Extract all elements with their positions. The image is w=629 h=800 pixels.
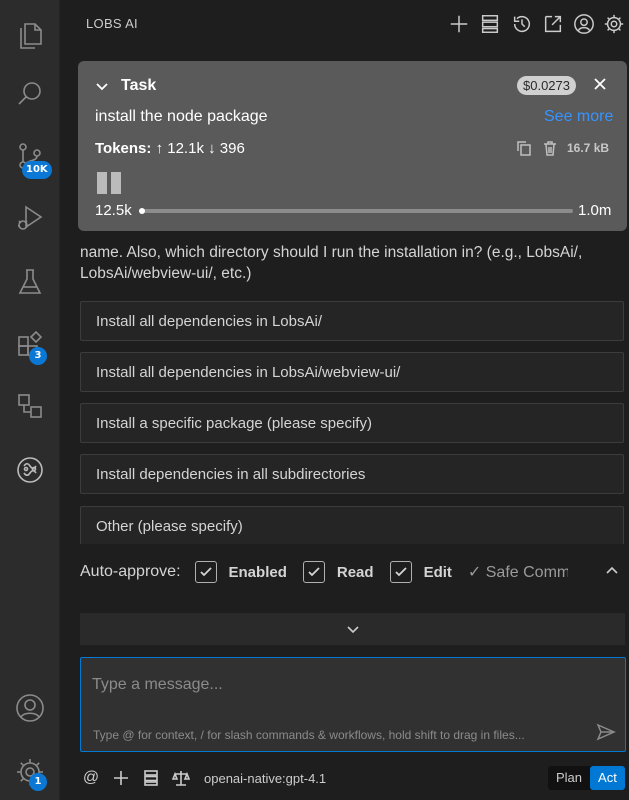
safe-commands-label: ✓ Safe Comman bbox=[467, 564, 568, 581]
context-max: 1.0m bbox=[578, 202, 612, 219]
run-debug-button[interactable] bbox=[10, 198, 50, 238]
copy-icon[interactable] bbox=[515, 139, 533, 157]
cost-badge: $0.0273 bbox=[517, 76, 576, 95]
chevron-down-icon[interactable] bbox=[94, 78, 110, 94]
plus-icon bbox=[450, 15, 468, 33]
tokens-down: 396 bbox=[219, 140, 245, 157]
settings-button[interactable] bbox=[602, 12, 626, 36]
option-button[interactable]: Install all dependencies in LobsAi/ bbox=[80, 301, 624, 341]
scale-icon bbox=[172, 771, 190, 786]
bottom-toolbar: @ openai-native:gpt-4.1 Plan Act bbox=[80, 764, 626, 792]
manage-badge: 1 bbox=[29, 773, 47, 791]
external-link-icon bbox=[544, 15, 562, 33]
close-icon[interactable] bbox=[591, 75, 609, 93]
explorer-button[interactable] bbox=[10, 14, 50, 54]
debug-icon bbox=[18, 205, 43, 230]
history-button[interactable] bbox=[510, 12, 534, 36]
option-button[interactable]: Install all dependencies in LobsAi/webvi… bbox=[80, 352, 624, 392]
mention-button[interactable]: @ bbox=[80, 767, 102, 789]
add-context-button[interactable] bbox=[110, 767, 132, 789]
read-label: Read bbox=[336, 563, 374, 581]
message-input[interactable] bbox=[92, 672, 612, 698]
trash-icon[interactable] bbox=[541, 139, 559, 157]
model-selector[interactable]: openai-native:gpt-4.1 bbox=[204, 771, 326, 786]
open-in-editor-button[interactable] bbox=[541, 12, 565, 36]
remote-explorer-button[interactable] bbox=[10, 386, 50, 426]
server-icon bbox=[481, 15, 499, 33]
history-icon bbox=[513, 16, 531, 33]
settings-gear-icon bbox=[604, 14, 624, 34]
check-icon bbox=[394, 567, 407, 577]
task-tools: 16.7 kB bbox=[515, 139, 609, 157]
search-icon bbox=[18, 82, 41, 105]
message-input-box: Type @ for context, / for slash commands… bbox=[80, 657, 626, 752]
edit-label: Edit bbox=[423, 563, 452, 581]
activity-bar: 10K 3 1 bbox=[0, 0, 60, 800]
check-icon bbox=[308, 567, 320, 577]
search-button[interactable] bbox=[10, 74, 50, 114]
send-icon bbox=[596, 723, 616, 741]
arrow-up-icon: ↑ bbox=[155, 140, 164, 157]
auto-approve-label: Auto-approve: bbox=[80, 563, 181, 580]
task-label: Task bbox=[121, 77, 157, 94]
input-hint: Type @ for context, / for slash commands… bbox=[93, 728, 525, 742]
model-selector-icon-button[interactable] bbox=[170, 767, 192, 789]
act-mode-button[interactable]: Act bbox=[590, 766, 625, 790]
source-control-badge: 10K bbox=[22, 161, 52, 179]
lobs-ai-button[interactable] bbox=[10, 450, 50, 490]
remote-icon bbox=[18, 394, 42, 418]
option-button[interactable]: Other (please specify) bbox=[80, 506, 624, 546]
tokens-label: Tokens: bbox=[95, 140, 152, 157]
account-icon bbox=[16, 694, 44, 722]
context-used: 12.5k bbox=[95, 202, 132, 219]
enabled-label: Enabled bbox=[228, 563, 287, 581]
arrow-down-icon: ↓ bbox=[208, 140, 216, 157]
context-window-fill bbox=[139, 208, 145, 214]
tokens-row: Tokens: ↑ 12.1k ↓ 396 bbox=[95, 140, 245, 157]
context-window-bar bbox=[139, 208, 573, 214]
mcp-button[interactable] bbox=[140, 767, 162, 789]
plan-act-toggle: Plan Act bbox=[548, 766, 625, 790]
lobs-ai-panel: LOBS AI Task $0.0273 install the node pa… bbox=[61, 0, 629, 800]
task-text: install the node package bbox=[95, 108, 268, 125]
files-icon bbox=[20, 23, 42, 49]
auto-approve-bar: Auto-approve: Enabled Read Edit ✓ Safe C… bbox=[80, 544, 625, 600]
lobs-ai-logo-icon bbox=[17, 457, 43, 483]
plan-mode-button[interactable]: Plan bbox=[548, 766, 590, 790]
at-icon: @ bbox=[82, 769, 100, 786]
server-icon bbox=[144, 770, 158, 786]
send-button[interactable] bbox=[595, 721, 617, 743]
accounts-button[interactable] bbox=[10, 688, 50, 728]
check-icon bbox=[199, 567, 212, 577]
testing-button[interactable] bbox=[10, 262, 50, 302]
new-task-button[interactable] bbox=[447, 12, 471, 36]
option-button[interactable]: Install dependencies in all subdirectori… bbox=[80, 454, 624, 494]
assistant-message: name. Also, which directory should I run… bbox=[80, 244, 583, 282]
read-checkbox[interactable]: Read bbox=[302, 561, 374, 583]
task-size: 16.7 kB bbox=[567, 141, 610, 155]
tokens-up: 12.1k bbox=[167, 140, 204, 157]
panel-header: LOBS AI bbox=[61, 0, 629, 48]
account-header-button[interactable] bbox=[572, 12, 596, 36]
chevron-up-icon[interactable] bbox=[604, 563, 620, 579]
edit-checkbox[interactable]: Edit bbox=[389, 561, 452, 583]
pause-icon[interactable] bbox=[97, 172, 121, 194]
account-circle-icon bbox=[574, 14, 594, 34]
see-more-link[interactable]: See more bbox=[544, 108, 613, 126]
option-button[interactable]: Install a specific package (please speci… bbox=[80, 403, 624, 443]
enabled-checkbox[interactable]: Enabled bbox=[194, 561, 287, 583]
panel-title: LOBS AI bbox=[86, 16, 138, 31]
mcp-servers-button[interactable] bbox=[478, 12, 502, 36]
scroll-down-button[interactable] bbox=[80, 613, 625, 645]
chevron-down-icon bbox=[346, 626, 359, 634]
plus-icon bbox=[114, 771, 128, 785]
flask-icon bbox=[18, 269, 42, 294]
extensions-badge: 3 bbox=[29, 347, 47, 365]
task-card: Task $0.0273 install the node package Se… bbox=[78, 61, 627, 231]
